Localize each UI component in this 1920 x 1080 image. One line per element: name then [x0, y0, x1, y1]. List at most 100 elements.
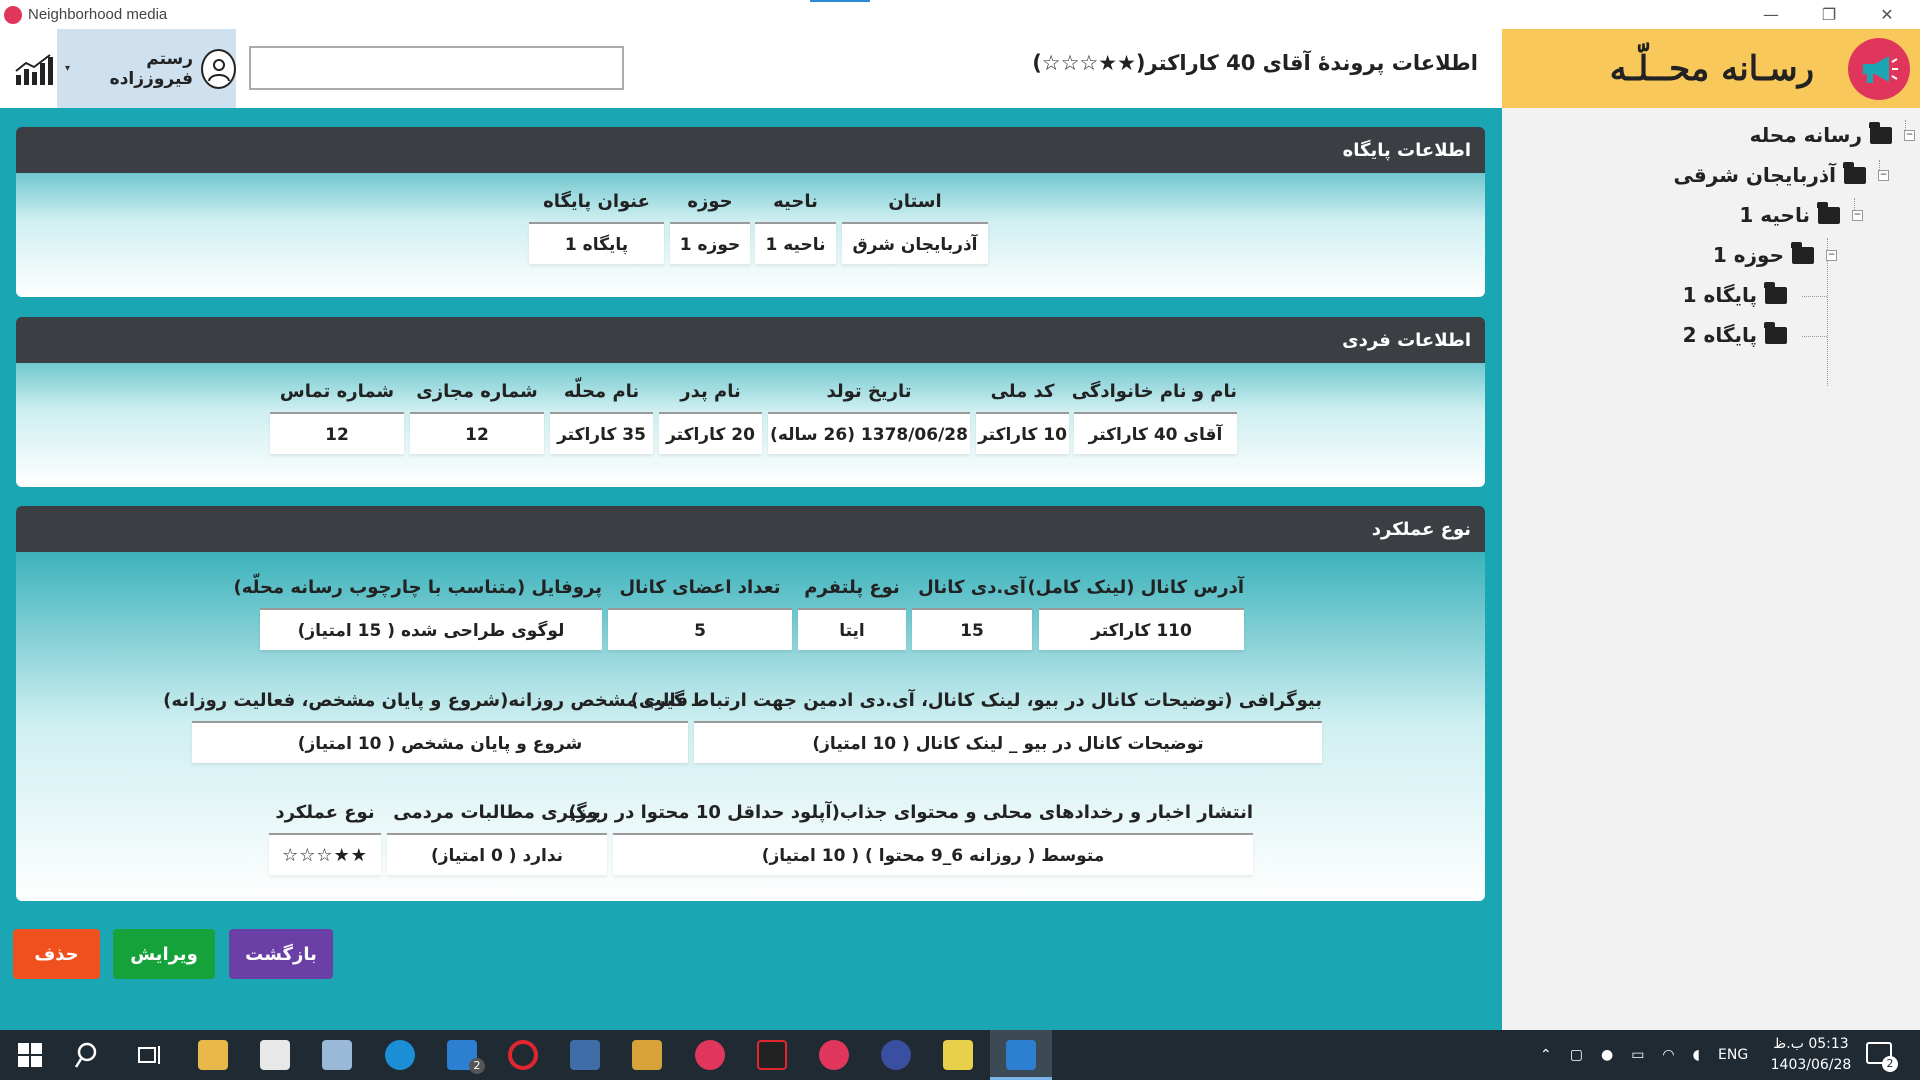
- opera-icon[interactable]: [508, 1040, 538, 1070]
- field-value: 12: [410, 412, 544, 454]
- field-label: تاریخ تولد: [826, 381, 912, 402]
- channel-address-field: آدرس کانال (لینک کامل) 110 کاراکتر: [1027, 568, 1244, 650]
- minimize-button[interactable]: —: [1742, 0, 1800, 29]
- search-icon[interactable]: [74, 1040, 104, 1070]
- district-field: ناحیه ناحیه 1: [755, 182, 836, 264]
- infinity-app-icon[interactable]: [881, 1040, 911, 1070]
- tools-icon[interactable]: [632, 1040, 662, 1070]
- microphone-icon[interactable]: ●: [1601, 1047, 1613, 1063]
- field-label: نام و نام خانوادگی: [1071, 381, 1237, 402]
- collapse-icon[interactable]: −: [1904, 129, 1915, 141]
- restore-button[interactable]: ❐: [1800, 0, 1858, 29]
- tree-node-province[interactable]: − آذربایجان شرقی: [1673, 161, 1889, 187]
- page-title: اطلاعات پروندۀ آقای 40 کاراکتر(★★☆☆☆): [1032, 51, 1478, 75]
- field-label: پروفایل (متناسب با چارچوب رسانه محلّه): [233, 577, 603, 598]
- tree-node-base-2[interactable]: پایگاه 2: [1683, 321, 1795, 347]
- chevron-down-icon: ▾: [65, 63, 71, 74]
- field-label: تعداد اعضای کانال: [619, 577, 781, 598]
- volume-icon[interactable]: ◖: [1693, 1047, 1700, 1063]
- notepad-icon[interactable]: [322, 1040, 352, 1070]
- chevron-up-icon[interactable]: ⌃: [1540, 1047, 1552, 1063]
- field-value: ندارد ( 0 امتیاز): [387, 833, 607, 875]
- brand-name: رسـانه محــلّـه: [1609, 48, 1814, 89]
- field-value: 20 کاراکتر: [659, 412, 762, 454]
- tree-connector: [1802, 336, 1827, 337]
- mail-badge: 2: [469, 1058, 485, 1074]
- field-label: نام محلّه: [563, 381, 640, 402]
- language-indicator[interactable]: ENG: [1718, 1047, 1748, 1063]
- news-publishing-field: انتشار اخبار و رخدادهای محلی و محتوای جذ…: [568, 793, 1253, 875]
- folder-icon: [1764, 281, 1787, 304]
- field-label: قالب مشخص روزانه(شروع و پایان مشخص، فعال…: [163, 690, 688, 711]
- field-value: آقای 40 کاراکتر: [1074, 412, 1237, 454]
- user-name: رستم فیروززاده: [109, 48, 194, 89]
- battery-icon[interactable]: ▭: [1631, 1047, 1644, 1063]
- avatar: [201, 48, 236, 89]
- collapse-icon[interactable]: −: [1826, 249, 1837, 261]
- tree-label: آذربایجان شرقی: [1673, 163, 1836, 187]
- field-label: آدرس کانال (لینک کامل): [1027, 577, 1244, 598]
- member-count-field: تعداد اعضای کانال 5: [608, 568, 792, 650]
- field-value: پایگاه 1: [529, 222, 664, 264]
- field-value: آذربایجان شرق: [842, 222, 988, 264]
- field-value: 110 کاراکتر: [1039, 608, 1244, 650]
- field-value: توضیحات کانال در بیو _ لینک کانال ( 10 ا…: [694, 721, 1322, 763]
- field-value: 10 کاراکتر: [976, 412, 1069, 454]
- phone-field: شماره تماس 12: [270, 372, 404, 454]
- star-rating: ★★☆☆☆: [269, 833, 381, 875]
- back-button[interactable]: بازگشت: [229, 929, 333, 979]
- tree-node-root[interactable]: − رسانه محله: [1750, 121, 1915, 147]
- section-heading: اطلاعات پایگاه: [16, 127, 1485, 173]
- base-info-section: اطلاعات پایگاه استان آذربایجان شرق ناحیه…: [16, 127, 1485, 297]
- file-explorer-icon[interactable]: [198, 1040, 228, 1070]
- tree-node-base-1[interactable]: پایگاه 1: [1683, 281, 1795, 307]
- app-header: ▾ رستم فیروززاده اطلاعات پروندۀ آقای 40 …: [0, 29, 1920, 108]
- field-label: حوزه: [687, 191, 733, 212]
- neighborhood-media-icon[interactable]: [819, 1040, 849, 1070]
- field-label: نوع پلتفرم: [804, 577, 900, 598]
- field-value: 12: [270, 412, 404, 454]
- user-menu[interactable]: ▾ رستم فیروززاده: [57, 29, 236, 108]
- tree-node-zone[interactable]: − حوزه 1: [1713, 241, 1837, 267]
- window-titlebar: Neighborhood media — ❐ ✕: [0, 0, 1920, 29]
- task-view-icon[interactable]: [135, 1040, 165, 1070]
- tree-node-district[interactable]: − ناحیه 1: [1739, 201, 1863, 227]
- section-heading: اطلاعات فردی: [16, 317, 1485, 363]
- delete-button[interactable]: حذف: [13, 929, 100, 979]
- system-tray: ⌃ ▢ ● ▭ ◠ ◖ ENG: [1540, 1030, 1748, 1080]
- notes-icon[interactable]: [943, 1040, 973, 1070]
- meet-icon[interactable]: ▢: [1570, 1047, 1583, 1063]
- media-player-icon[interactable]: [757, 1040, 787, 1070]
- field-label: شماره مجازی: [416, 381, 538, 402]
- clock[interactable]: 05:13 ب.ظ 1403/06/28: [1766, 1034, 1856, 1076]
- windows-start-icon[interactable]: [16, 1041, 44, 1069]
- tree-connector: [1802, 296, 1827, 297]
- edit-button[interactable]: ویرایش: [113, 929, 215, 979]
- chart-icon[interactable]: [14, 53, 54, 87]
- close-button[interactable]: ✕: [1858, 0, 1916, 29]
- folder-open-icon: [1817, 201, 1840, 224]
- visual-studio-icon[interactable]: [1006, 1040, 1036, 1070]
- field-label: پیگیری مطالبات مردمی: [393, 802, 601, 823]
- taskbar: 2 ⌃ ▢ ● ▭ ◠ ◖ ENG 05:13 ب.ظ 1403/06/28 2: [0, 1030, 1920, 1080]
- collapse-icon[interactable]: −: [1852, 209, 1863, 221]
- field-value: لوگوی طراحی شده ( 15 امتیاز): [260, 608, 602, 650]
- titlebar-accent: [810, 0, 870, 2]
- biography-field: بیوگرافی (توضیحات کانال در بیو، لینک کان…: [631, 681, 1322, 763]
- personal-info-section: اطلاعات فردی نام و نام خانوادگی آقای 40 …: [16, 317, 1485, 487]
- edge-browser-icon[interactable]: [385, 1040, 415, 1070]
- wifi-icon[interactable]: ◠: [1662, 1047, 1674, 1063]
- window-title: Neighborhood media: [28, 6, 168, 23]
- folder-open-icon: [1869, 121, 1892, 144]
- province-field: استان آذربایجان شرق: [842, 182, 988, 264]
- field-value: 5: [608, 608, 792, 650]
- search-input[interactable]: [249, 46, 624, 90]
- network-folder-icon[interactable]: [570, 1040, 600, 1070]
- base-title-field: عنوان پایگاه پایگاه 1: [529, 182, 664, 264]
- field-label: نوع عملکرد: [275, 802, 375, 823]
- collapse-icon[interactable]: −: [1878, 169, 1889, 181]
- store-icon[interactable]: [260, 1040, 290, 1070]
- field-label: استان: [888, 191, 942, 212]
- app-pink-icon[interactable]: [695, 1040, 725, 1070]
- field-value: 35 کاراکتر: [550, 412, 653, 454]
